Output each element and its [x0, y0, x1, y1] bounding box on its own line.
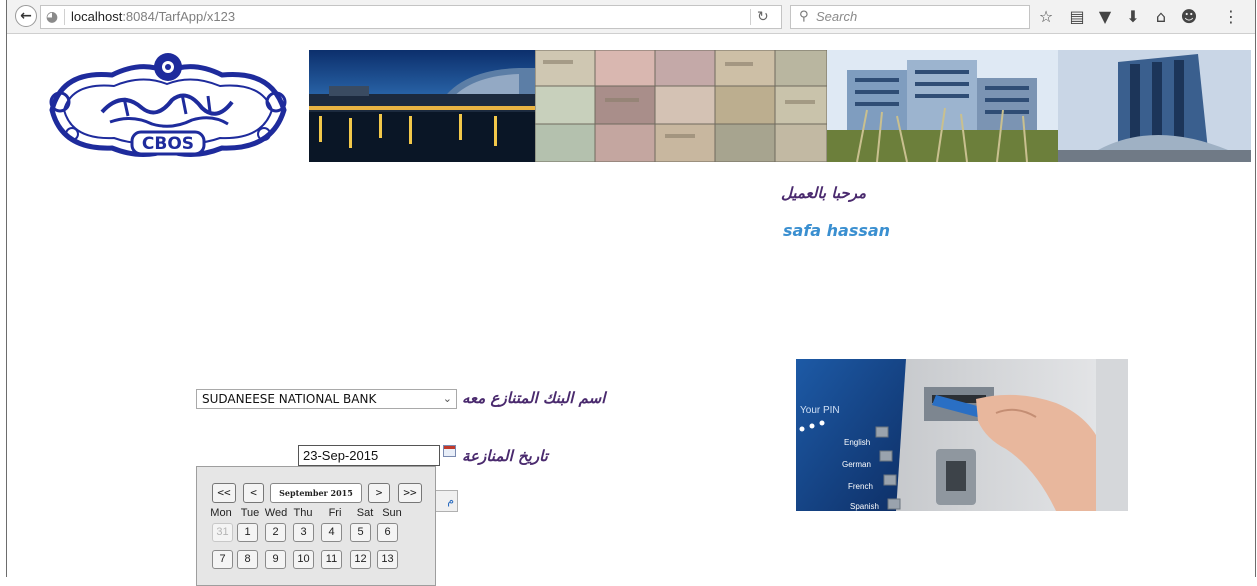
welcome-greeting: مرحبا بالعميل	[781, 184, 867, 202]
chevron-down-icon: ⌄	[442, 392, 452, 405]
chat-icon[interactable]: ☻	[1178, 6, 1200, 28]
calendar-day[interactable]: 11	[321, 550, 342, 569]
calendar-day[interactable]: 2	[265, 523, 286, 542]
cbos-logo: CBOS	[49, 53, 287, 157]
reload-icon[interactable]: ↻	[757, 8, 769, 26]
url-divider	[64, 9, 65, 25]
atm-photo: Your PIN English German French Spanish	[796, 359, 1128, 511]
menu-icon[interactable]: ⋮	[1220, 6, 1242, 28]
prev-year-button[interactable]: <<	[212, 483, 236, 503]
weekday-label: Tue	[240, 507, 260, 519]
back-arrow-icon[interactable]: ←	[15, 5, 37, 27]
calendar-day[interactable]: 5	[350, 523, 371, 542]
calendar-day[interactable]: 13	[377, 550, 398, 569]
atm-screen-title: Your PIN	[800, 405, 840, 416]
banner-photo-waterfront	[309, 50, 535, 162]
dispute-date-input[interactable]: 23-Sep-2015	[298, 445, 440, 466]
calendar-day[interactable]: 8	[237, 550, 258, 569]
calendar-day[interactable]: 31	[212, 523, 233, 542]
atm-option: French	[848, 482, 873, 491]
url-text[interactable]: localhost:8084/TarfApp/x123	[71, 9, 235, 25]
calendar-day[interactable]: 9	[265, 550, 286, 569]
weekday-label: Wed	[264, 507, 288, 519]
bookmark-star-icon[interactable]: ☆	[1035, 6, 1057, 28]
date-picker-popup: << < September 2015 > >> Mon Tue Wed Thu…	[196, 466, 436, 586]
address-bar[interactable]: ◕ localhost:8084/TarfApp/x123 ↻	[40, 5, 782, 29]
browser-toolbar: ← ◕ localhost:8084/TarfApp/x123 ↻ ⚲ Sear…	[7, 0, 1256, 34]
url-path: :8084/TarfApp/x123	[122, 9, 236, 24]
url-host: localhost	[71, 9, 123, 24]
date-label: تاريخ المنازعة	[462, 447, 548, 465]
globe-icon: ◕	[45, 9, 59, 25]
weekday-label: Fri	[328, 507, 342, 519]
search-placeholder: Search	[816, 9, 858, 24]
atm-option: Spanish	[850, 502, 879, 511]
calendar-icon[interactable]	[443, 445, 456, 457]
calendar-day[interactable]: 6	[377, 523, 398, 542]
search-box[interactable]: ⚲ Search	[790, 5, 1030, 29]
weekday-label: Sun	[382, 507, 402, 519]
logo-text: CBOS	[142, 134, 194, 154]
pocket-icon[interactable]: ▼	[1094, 6, 1116, 28]
calendar-day[interactable]: 7	[212, 550, 233, 569]
bank-select-value: SUDANEESE NATIONAL BANK	[202, 392, 377, 406]
bank-select[interactable]: SUDANEESE NATIONAL BANK ⌄	[196, 389, 457, 409]
user-name: safa hassan	[783, 221, 891, 240]
reading-list-icon[interactable]: ▤	[1066, 6, 1088, 28]
banner-photo-banknotes	[535, 50, 827, 162]
calendar-day[interactable]: 1	[237, 523, 258, 542]
banner-photo-tower	[1058, 50, 1251, 162]
bank-label: اسم البنك المتنازع معه	[462, 389, 606, 407]
atm-option: English	[844, 438, 870, 447]
home-icon[interactable]: ⌂	[1150, 6, 1172, 28]
atm-option: German	[842, 460, 871, 469]
reload-divider	[750, 9, 751, 25]
next-year-button[interactable]: >>	[398, 483, 422, 503]
calendar-day[interactable]: 10	[293, 550, 314, 569]
prev-month-button[interactable]: <	[243, 483, 264, 503]
calendar-month-title: September 2015	[270, 483, 362, 503]
download-icon[interactable]: ⬇	[1122, 6, 1144, 28]
calendar-day[interactable]: 4	[321, 523, 342, 542]
search-icon: ⚲	[799, 9, 809, 24]
calendar-day[interactable]: 12	[350, 550, 371, 569]
calendar-day[interactable]: 3	[293, 523, 314, 542]
next-month-button[interactable]: >	[368, 483, 390, 503]
weekday-label: Sat	[356, 507, 374, 519]
weekday-label: Thu	[293, 507, 313, 519]
banner-photo-building	[827, 50, 1058, 162]
weekday-label: Mon	[210, 507, 232, 519]
